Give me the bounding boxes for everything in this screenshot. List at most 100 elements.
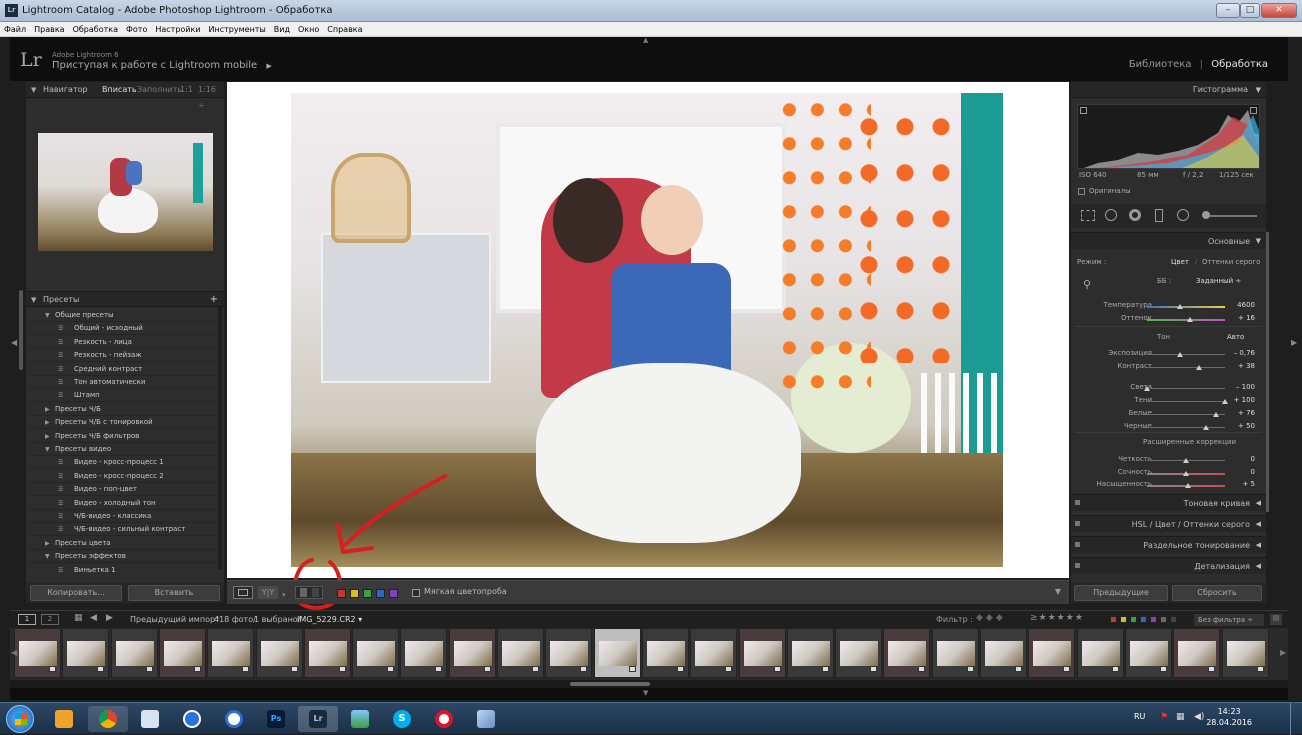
filmstrip-source[interactable]: Предыдущий импорт [130, 615, 220, 624]
add-preset-icon[interactable]: + [210, 292, 218, 308]
filmstrip-thumbnail[interactable] [1124, 628, 1172, 678]
toolbar-menu-icon[interactable]: ▼ [1055, 587, 1061, 596]
previous-button[interactable]: Предыдущие [1074, 585, 1168, 601]
menu-item[interactable]: Обработка [69, 22, 122, 36]
slider-track[interactable] [1147, 388, 1225, 389]
filmstrip-thumbnail[interactable] [1221, 628, 1269, 678]
mode-grayscale[interactable]: Оттенки серого [1202, 258, 1260, 266]
grid-icon[interactable]: ▦ [74, 613, 83, 623]
filmstrip-thumbnail[interactable] [158, 628, 206, 678]
filmstrip-thumbnail[interactable] [980, 628, 1027, 678]
originals-checkbox[interactable] [1078, 188, 1085, 195]
histogram-header[interactable]: Гистограмма ▼ [1071, 82, 1266, 98]
preset-row[interactable]: ▶ Пресеты Ч/Б фильтров [28, 430, 224, 443]
slider-knob[interactable] [1196, 365, 1203, 370]
filter-color-swatch[interactable] [1150, 616, 1157, 623]
zoom-1-1[interactable]: 1:1 [180, 82, 193, 98]
collapse-top-arrow-icon[interactable]: ▲ [643, 36, 648, 44]
left-scrollbar[interactable] [19, 290, 23, 370]
module-develop[interactable]: Обработка [1211, 59, 1268, 70]
tray-flag-icon[interactable]: ⚑ [1160, 712, 1168, 722]
filter-select[interactable]: Без фильтра ÷ [1194, 614, 1264, 626]
taskbar-photoshop[interactable]: Ps [256, 706, 296, 732]
mode-color[interactable]: Цвет [1171, 258, 1189, 266]
menu-item[interactable]: Справка [323, 22, 366, 36]
rating-filter-stars[interactable]: ≥★★★★★ [1030, 613, 1084, 623]
module-library[interactable]: Библиотека [1129, 59, 1192, 70]
preset-row[interactable]: ☰ Резкость - лица [28, 336, 224, 349]
slider-knob[interactable] [1176, 352, 1183, 357]
slider-value[interactable]: 4600 [1229, 301, 1255, 309]
right-scrollbar[interactable] [1266, 232, 1269, 512]
basic-header[interactable]: Основные ▼ [1071, 232, 1266, 249]
panel-switch-icon[interactable] [1075, 521, 1080, 526]
eyedropper-icon[interactable]: ⚲ [1083, 278, 1095, 292]
filmstrip-thumbnail[interactable] [786, 628, 834, 678]
crop-tool-icon[interactable] [1081, 210, 1095, 221]
panel-switch-icon[interactable] [1075, 563, 1080, 568]
slider-knob[interactable] [1183, 458, 1189, 463]
slider-knob[interactable] [1183, 471, 1189, 476]
left-panel-toggle-icon[interactable]: ◀ [11, 338, 17, 347]
taskbar-media-player[interactable] [44, 706, 84, 732]
filmstrip-thumbnail[interactable] [931, 628, 979, 678]
preset-row[interactable]: ☰ Видео - кросс-процесс 2 [28, 470, 224, 483]
preset-row[interactable]: ☰ Видео - кросс-процесс 1 [28, 456, 224, 470]
filmstrip-scrollbar[interactable] [570, 682, 650, 686]
preset-row[interactable]: ☰ Видео - поп-цвет [28, 483, 224, 497]
filmstrip-thumbnail[interactable] [835, 628, 883, 678]
filmstrip-thumbnail[interactable] [883, 628, 931, 678]
identity-text[interactable]: Приступая к работе с Lightroom mobile ▶ [52, 60, 272, 71]
menu-item[interactable]: Инструменты [205, 22, 270, 36]
taskbar-chrome[interactable] [88, 706, 128, 732]
preset-row[interactable]: ☰ Видео - холодный тон [28, 497, 224, 510]
preset-row[interactable]: ▼ Пресеты видео [28, 443, 224, 456]
filter-color-swatch[interactable] [1160, 616, 1167, 623]
highlight-clip-icon[interactable] [1250, 107, 1257, 114]
taskbar-skype[interactable]: S [382, 706, 422, 732]
filmstrip-thumbnail[interactable] [400, 628, 448, 678]
filmstrip-thumbnail[interactable] [255, 628, 303, 678]
filmstrip-thumbnail[interactable] [303, 628, 351, 678]
menu-item[interactable]: Фото [122, 22, 151, 36]
preset-row[interactable]: ☰ Тон автоматически [28, 376, 224, 389]
zoom-1-16[interactable]: 1:16 ÷ [198, 82, 224, 114]
panel-section-header[interactable]: Раздельное тонирование ◀ [1071, 536, 1266, 553]
color-label-swatch[interactable] [376, 589, 385, 598]
preset-row[interactable]: ▼ Пресеты эффектов [28, 550, 224, 564]
taskbar-calculator[interactable] [130, 706, 170, 732]
filmstrip-thumbnail[interactable] [738, 628, 786, 678]
slider-knob[interactable] [1184, 483, 1191, 488]
slider-track[interactable] [1147, 354, 1225, 355]
filmstrip-thumbnail[interactable] [690, 628, 738, 678]
auto-tone-button[interactable]: Авто [1227, 333, 1244, 341]
taskbar-app-blue[interactable] [172, 706, 212, 732]
menu-item[interactable]: Правка [30, 22, 68, 36]
reset-button[interactable]: Сбросить [1172, 585, 1262, 601]
preset-row[interactable]: ☰ Виньетка 1 [28, 564, 224, 575]
slider-knob[interactable] [1222, 399, 1228, 404]
slider-value[interactable]: + 50 [1229, 422, 1255, 430]
wb-preset-select[interactable]: Заданный ÷ [1196, 277, 1241, 285]
navigator-header[interactable]: ▼ Навигатор Вписать Заполнить 1:1 1:16 ÷ [26, 82, 224, 110]
loupe-view-button[interactable] [233, 586, 253, 599]
panel-switch-icon[interactable] [1075, 542, 1080, 547]
filmstrip-thumbnail[interactable] [1173, 628, 1221, 678]
taskbar-image-viewer[interactable] [340, 706, 380, 732]
panel-section-header[interactable]: HSL / Цвет / Оттенки серого ◀ [1071, 515, 1266, 532]
radial-filter-icon[interactable] [1177, 209, 1189, 221]
preset-row[interactable]: ☰ Средний контраст [28, 363, 224, 376]
color-label-swatch[interactable] [337, 589, 346, 598]
preset-row[interactable]: ▶ Пресеты Ч/Б [28, 403, 224, 416]
filmstrip-thumbnail[interactable] [352, 628, 400, 678]
filmstrip-thumbnail[interactable] [641, 628, 689, 678]
slider-value[interactable]: 0 [1229, 468, 1255, 476]
start-button[interactable] [6, 705, 34, 733]
slider-value[interactable]: + 16 [1229, 314, 1255, 322]
filmstrip-thumbnail[interactable] [62, 628, 110, 678]
filmstrip-thumbnail[interactable] [545, 628, 593, 678]
preset-row[interactable]: ▶ Пресеты цвета [28, 537, 224, 550]
preset-row[interactable]: ☰ Ч/Б-видео - классика [28, 510, 224, 523]
preset-row[interactable]: ☰ Резкость - пейзаж [28, 349, 224, 363]
menu-item[interactable]: Окно [294, 22, 323, 36]
